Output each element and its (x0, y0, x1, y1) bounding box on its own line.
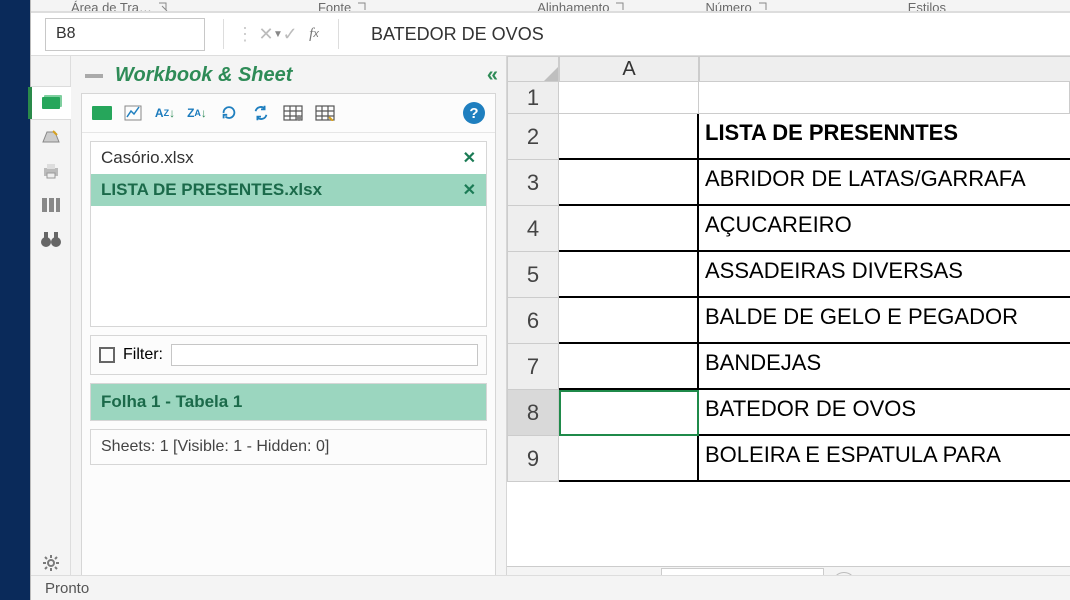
enter-icon[interactable]: ✓ (278, 24, 302, 45)
cell[interactable] (559, 298, 699, 344)
cell[interactable] (559, 82, 699, 114)
grid-settings-icon[interactable] (282, 102, 304, 124)
ribbon-groups: Área de Tra… Fonte Alinhamento Número Es… (31, 0, 1070, 12)
formula-input[interactable]: BATEDOR DE OVOS (351, 24, 1070, 45)
cell[interactable] (559, 160, 699, 206)
close-icon[interactable]: ✕ (463, 180, 476, 200)
dialog-launcher-icon[interactable] (158, 0, 168, 12)
workbook-tile-icon[interactable] (92, 106, 112, 120)
row-header[interactable]: 8 (507, 390, 559, 436)
cell[interactable] (559, 344, 699, 390)
filter-row: Filter: (90, 335, 487, 375)
cell[interactable] (559, 436, 699, 482)
chart-icon[interactable] (122, 102, 144, 124)
workbook-file-name: Casório.xlsx (101, 148, 194, 168)
filter-label: Filter: (123, 346, 163, 364)
cell[interactable]: LISTA DE PRESENNTES (699, 114, 1070, 160)
cell[interactable] (699, 82, 1070, 114)
row-header[interactable]: 2 (507, 114, 559, 160)
select-all-corner[interactable] (507, 56, 559, 82)
cell[interactable] (559, 114, 699, 160)
table-row[interactable]: 7 BANDEJAS (507, 344, 1070, 390)
refresh-icon[interactable] (218, 102, 240, 124)
workbook-file[interactable]: Casório.xlsx ✕ (91, 142, 486, 174)
filter-input[interactable] (171, 344, 478, 366)
table-row[interactable]: 6 BALDE DE GELO E PEGADOR (507, 298, 1070, 344)
print-icon[interactable] (37, 154, 65, 188)
cancel-icon[interactable]: ✕ (254, 24, 278, 45)
columns-icon[interactable] (37, 188, 65, 222)
side-toolbar (31, 56, 71, 600)
table-row[interactable]: 1 (507, 82, 1070, 114)
status-bar: Pronto (31, 575, 1070, 600)
cell[interactable] (559, 252, 699, 298)
cell[interactable]: BOLEIRA E ESPATULA PARA (699, 436, 1070, 482)
workbook-file[interactable]: LISTA DE PRESENTES.xlsx ✕ (91, 174, 486, 206)
formula-bar: ▼ ⋮ ✕ ✓ fx BATEDOR DE OVOS (31, 12, 1070, 56)
ribbon-group-alignment: Alinhamento (537, 0, 609, 12)
macro-icon[interactable] (37, 120, 65, 154)
row-header[interactable]: 1 (507, 82, 559, 114)
fx-icon[interactable]: fx (302, 26, 326, 43)
cell[interactable]: BALDE DE GELO E PEGADOR (699, 298, 1070, 344)
cell[interactable] (559, 206, 699, 252)
sheet-list: Folha 1 - Tabela 1 (90, 383, 487, 421)
dialog-launcher-icon[interactable] (615, 0, 625, 12)
table-row[interactable]: 2 LISTA DE PRESENNTES (507, 114, 1070, 160)
cell[interactable]: ASSADEIRAS DIVERSAS (699, 252, 1070, 298)
workbook-file-name: LISTA DE PRESENTES.xlsx (101, 180, 322, 200)
close-icon[interactable]: ✕ (463, 148, 476, 168)
spreadsheet-grid[interactable]: A 12 LISTA DE PRESENNTES 3 ABRIDOR DE LATAS… (507, 56, 1070, 600)
ribbon-group-font: Fonte (318, 0, 351, 12)
name-box[interactable]: ▼ (45, 18, 205, 51)
row-header[interactable]: 3 (507, 160, 559, 206)
cell[interactable]: BANDEJAS (699, 344, 1070, 390)
column-header[interactable] (699, 56, 1070, 82)
workbook-file-list: Casório.xlsx ✕ LISTA DE PRESENTES.xlsx ✕ (90, 141, 487, 327)
cell[interactable]: ABRIDOR DE LATAS/GARRAFA (699, 160, 1070, 206)
panel-title: Workbook & Sheet (115, 64, 487, 87)
cell[interactable]: AÇUCAREIRO (699, 206, 1070, 252)
row-header[interactable]: 9 (507, 436, 559, 482)
cell[interactable] (559, 390, 699, 436)
column-header[interactable]: A (559, 56, 699, 82)
cell[interactable]: BATEDOR DE OVOS (699, 390, 1070, 436)
workbook-sheet-panel: Workbook & Sheet « AZ↓ ZA↓ ? Cas (71, 56, 507, 600)
help-icon[interactable]: ? (463, 102, 485, 124)
panel-toolbar: AZ↓ ZA↓ ? (82, 94, 495, 133)
ribbon-group-styles: Estilos (908, 0, 946, 12)
grid-link-icon[interactable] (314, 102, 336, 124)
filter-checkbox[interactable] (99, 347, 115, 363)
ribbon-group-clipboard: Área de Tra… (71, 0, 152, 12)
sort-asc-icon[interactable]: AZ↓ (154, 102, 176, 124)
table-row[interactable]: 4 AÇUCAREIRO (507, 206, 1070, 252)
sync-icon[interactable] (250, 102, 272, 124)
row-header[interactable]: 4 (507, 206, 559, 252)
table-row[interactable]: 9 BOLEIRA E ESPATULA PARA (507, 436, 1070, 482)
ribbon-group-number: Número (705, 0, 751, 12)
status-text: Pronto (45, 580, 89, 597)
dialog-launcher-icon[interactable] (357, 0, 367, 12)
table-row[interactable]: 3 ABRIDOR DE LATAS/GARRAFA (507, 160, 1070, 206)
workbook-icon[interactable] (31, 86, 71, 120)
row-header[interactable]: 7 (507, 344, 559, 390)
dialog-launcher-icon[interactable] (758, 0, 768, 12)
row-header[interactable]: 5 (507, 252, 559, 298)
collapse-icon[interactable]: « (487, 64, 494, 87)
sort-desc-icon[interactable]: ZA↓ (186, 102, 208, 124)
row-header[interactable]: 6 (507, 298, 559, 344)
sheet-item[interactable]: Folha 1 - Tabela 1 (91, 384, 486, 420)
sheet-stats: Sheets: 1 [Visible: 1 - Hidden: 0] (90, 429, 487, 465)
table-row[interactable]: 8 BATEDOR DE OVOS (507, 390, 1070, 436)
binoculars-icon[interactable] (37, 222, 65, 256)
table-row[interactable]: 5 ASSADEIRAS DIVERSAS (507, 252, 1070, 298)
